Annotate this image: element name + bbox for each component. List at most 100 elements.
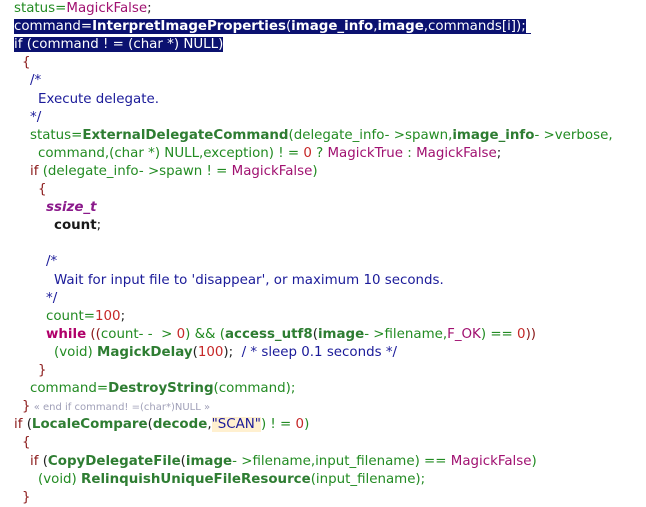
code-token: 0 [176, 326, 186, 342]
code-token: { [22, 435, 31, 451]
code-token: InterpretImageProperties [92, 19, 286, 35]
code-line[interactable]: while ((count- - > 0) && (access_utf8(im… [0, 326, 536, 344]
code-token: = [71, 127, 83, 143]
fold-marker: « end if command! =(char*)NULL » [30, 402, 211, 414]
code-line[interactable]: status=MagickFalse; [0, 0, 152, 18]
code-token: CopyDelegateFile [47, 453, 181, 469]
code-token: 0 [295, 417, 305, 433]
code-line[interactable]: /* [0, 253, 57, 271]
code-token: (( [86, 326, 101, 342]
code-token: count [54, 218, 97, 234]
code-line[interactable] [0, 235, 46, 253]
code-token: ( [22, 417, 32, 433]
code-line-selected[interactable]: if (command ! = (char *) NULL) [0, 36, 224, 54]
code-line[interactable]: } [0, 489, 31, 507]
code-token: command,(char *) NULL,exception) ! = [38, 145, 304, 161]
code-token: } [22, 489, 31, 505]
code-token: )) [525, 326, 537, 342]
code-token: = [55, 1, 67, 16]
code-token: (delegate_info- >spawn ! = [38, 163, 232, 179]
code-token: image_info [452, 127, 535, 143]
code-token: count- - > [100, 326, 177, 342]
code-token: Execute delegate. [38, 91, 159, 107]
code-token: MagickFalse [416, 145, 497, 161]
code-line[interactable]: } [0, 362, 47, 380]
code-line[interactable]: Execute delegate. [0, 91, 159, 109]
code-token: (void) [54, 344, 98, 360]
code-editor[interactable]: status=MagickFalse; command=InterpretImag… [0, 0, 646, 505]
code-token: ; [96, 218, 102, 234]
code-line[interactable]: if (CopyDelegateFile(image- >filename,in… [0, 453, 537, 471]
code-line[interactable]: } « end if command! =(char*)NULL » [0, 398, 210, 416]
code-token: (input_filename); [310, 471, 426, 487]
code-line[interactable]: */ [0, 290, 57, 308]
code-line[interactable]: status=ExternalDelegateCommand(delegate_… [0, 127, 613, 145]
code-token: ssize_t [46, 200, 97, 216]
code-line[interactable]: count; [0, 217, 101, 235]
code-token: (delegate_info- >spawn, [288, 127, 453, 143]
code-token: ) ! = [260, 417, 296, 433]
code-line[interactable]: /* [0, 72, 41, 90]
code-line[interactable]: (void) MagickDelay(100); / * sleep 0.1 s… [0, 344, 397, 362]
code-token: */ [46, 290, 58, 306]
code-token: } [22, 399, 31, 415]
code-token: DestroyString [108, 381, 214, 397]
code-token: image [377, 19, 424, 35]
code-token: { [22, 55, 31, 71]
code-token: image_info [291, 19, 374, 35]
code-token: 100 [197, 344, 224, 360]
code-token: (command ! = (char *) NULL) [22, 37, 224, 53]
code-token: ; [496, 145, 502, 161]
code-token: command [30, 381, 97, 397]
code-token: ,commands[i]); [423, 19, 526, 35]
code-token: (void) [38, 471, 82, 487]
code-token: - >verbose, [534, 127, 613, 143]
code-token: : [403, 145, 417, 161]
code-token: Wait for input file to 'disappear', or m… [54, 272, 444, 288]
code-token: ) [312, 163, 318, 179]
code-line[interactable]: Wait for input file to 'disappear', or m… [0, 272, 444, 290]
code-line[interactable]: { [0, 54, 31, 72]
code-line[interactable]: { [0, 434, 31, 452]
code-token: decode [152, 417, 208, 433]
code-token: ) [531, 453, 537, 469]
code-token: ) == [480, 326, 518, 342]
code-line[interactable]: (void) RelinquishUniqueFileResource(inpu… [0, 471, 425, 489]
code-token: MagickTrue [327, 145, 404, 161]
code-token: image [185, 453, 233, 469]
code-token: - >filename,input_filename) == [232, 453, 451, 469]
code-token: = [80, 19, 93, 35]
code-token: ; [147, 1, 152, 16]
code-token: */ [30, 109, 42, 125]
code-token: while [46, 326, 87, 342]
code-token: ); [223, 344, 242, 360]
code-token: status [30, 127, 72, 143]
code-token: 100 [95, 308, 121, 324]
code-line[interactable]: { [0, 181, 47, 199]
code-token: command [14, 19, 81, 35]
code-token: ) && ( [185, 326, 225, 342]
code-token: 0 [303, 145, 312, 161]
code-token: ExternalDelegateCommand [82, 127, 289, 143]
code-token: F_OK [447, 326, 481, 342]
code-token: status [14, 1, 56, 16]
code-token: 0 [517, 326, 526, 342]
code-token: LocaleCompare [31, 417, 148, 433]
code-token: /* [30, 73, 42, 89]
code-token: image [317, 326, 365, 342]
code-token: access_utf8 [224, 326, 313, 342]
code-line[interactable]: if (delegate_info- >spawn ! = MagickFals… [0, 163, 318, 181]
code-token: MagickFalse [66, 1, 148, 16]
code-line[interactable]: ssize_t [0, 199, 97, 217]
code-line-selected[interactable]: command=InterpretImageProperties(image_i… [0, 18, 531, 36]
code-token: RelinquishUniqueFileResource [81, 471, 311, 487]
code-token: "SCAN" [211, 417, 261, 433]
code-line[interactable]: count=100; [0, 308, 125, 326]
code-token: count [46, 308, 84, 324]
code-line[interactable]: */ [0, 109, 41, 127]
code-line[interactable]: command,(char *) NULL,exception) ! = 0 ?… [0, 145, 501, 163]
code-token: = [96, 381, 109, 397]
code-token: MagickFalse [450, 453, 532, 469]
code-line[interactable]: if (LocaleCompare(decode,"SCAN") ! = 0) [0, 416, 309, 434]
code-line[interactable]: command=DestroyString(command); [0, 380, 295, 398]
